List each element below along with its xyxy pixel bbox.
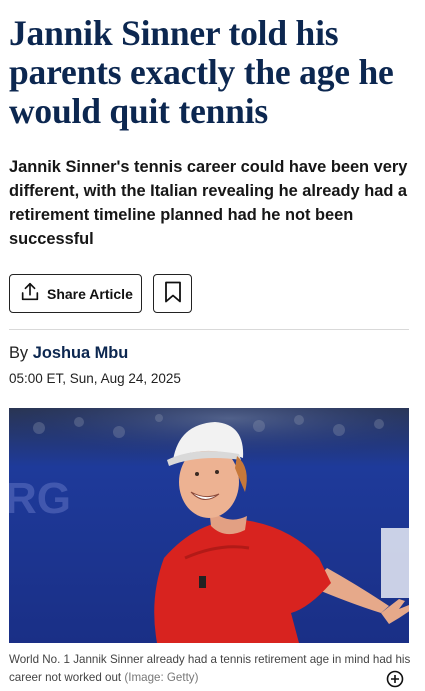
caption-text: World No. 1 Jannik Sinner already had a … [9,653,411,684]
author-link[interactable]: Joshua Mbu [33,344,129,362]
share-article-label: Share Article [47,285,133,302]
photo-credit: (Image: Getty) [124,671,199,684]
share-article-button[interactable]: Share Article [9,274,142,313]
publish-date: 05:00 ET, Sun, Aug 24, 2025 [9,371,181,386]
standfirst: Jannik Sinner's tennis career could have… [9,158,408,248]
bookmark-button[interactable] [153,274,192,313]
byline: By Joshua Mbu [9,344,128,363]
share-icon [19,281,41,306]
byline-prefix: By [9,344,29,362]
tennis-player-image: RG [9,408,409,643]
divider [9,329,409,330]
expand-image-button[interactable] [386,670,404,688]
headline: Jannik Sinner told his parents exactly t… [9,13,394,131]
article-photo[interactable]: RG [9,408,409,643]
svg-text:RG: RG [9,474,71,523]
bookmark-icon [164,281,182,306]
expand-plus-icon [386,670,404,691]
photo-caption: World No. 1 Jannik Sinner already had a … [9,651,411,687]
